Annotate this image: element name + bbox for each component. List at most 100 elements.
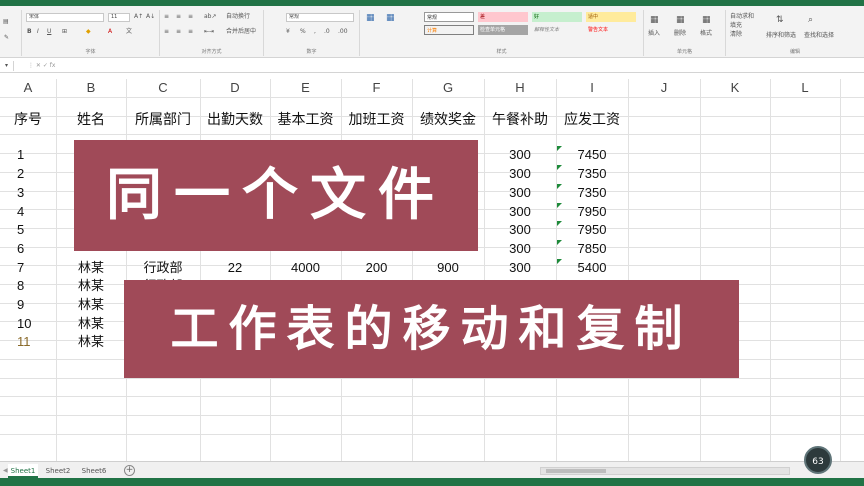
align-center-icon[interactable]: ≡ xyxy=(176,28,181,36)
style-bad[interactable]: 差 xyxy=(478,12,528,22)
lunch-cell[interactable]: 300 xyxy=(484,259,556,277)
grow-font-icon[interactable]: A↑ xyxy=(134,13,143,21)
seq-cell[interactable]: 7 xyxy=(0,259,56,277)
seq-cell[interactable]: 9 xyxy=(0,296,56,314)
currency-icon[interactable]: ¥ xyxy=(286,28,290,36)
style-neutral[interactable]: 适中 xyxy=(586,12,636,22)
seq-cell[interactable]: 11 xyxy=(0,333,56,351)
table-header-cell[interactable]: 基本工资 xyxy=(270,110,341,128)
table-header-cell[interactable]: 出勤天数 xyxy=(200,110,270,128)
seq-cell[interactable]: 5 xyxy=(0,221,56,239)
sheet-tab-3[interactable]: Sheet6 xyxy=(78,464,110,478)
merge-center-label[interactable]: 合并后居中 xyxy=(226,28,256,36)
format-painter-icon[interactable]: ✎ xyxy=(4,34,9,42)
italic-icon[interactable]: I xyxy=(37,28,39,36)
pay-cell[interactable]: 7950 xyxy=(556,203,628,221)
bold-icon[interactable]: B xyxy=(27,28,32,36)
name-box[interactable]: ▾ xyxy=(0,61,14,71)
phonetic-icon[interactable]: 文 xyxy=(126,28,132,36)
pay-cell[interactable]: 7350 xyxy=(556,165,628,183)
table-header-cell[interactable]: 应发工资 xyxy=(556,110,628,128)
seq-cell[interactable]: 4 xyxy=(0,203,56,221)
align-middle-icon[interactable]: ≡ xyxy=(176,13,181,21)
percent-icon[interactable]: % xyxy=(300,28,306,36)
overtime-cell[interactable]: 200 xyxy=(341,259,412,277)
pay-cell[interactable]: 7850 xyxy=(556,240,628,258)
style-check-cell[interactable]: 检查单元格 xyxy=(478,25,528,35)
paste-icon[interactable]: ▤ xyxy=(3,18,9,26)
find-select-label[interactable]: 查找和选择 xyxy=(804,32,834,40)
decrease-decimal-icon[interactable]: .00 xyxy=(338,28,348,36)
border-icon[interactable]: ⊞ xyxy=(62,28,67,36)
pay-cell[interactable]: 7450 xyxy=(556,146,628,164)
lunch-cell[interactable]: 300 xyxy=(484,184,556,202)
comma-icon[interactable]: , xyxy=(314,28,316,36)
underline-icon[interactable]: U xyxy=(47,28,51,36)
lunch-cell[interactable]: 300 xyxy=(484,146,556,164)
lunch-cell[interactable]: 300 xyxy=(484,221,556,239)
pay-cell[interactable]: 5400 xyxy=(556,259,628,277)
style-explanatory[interactable]: 解释性文本 xyxy=(532,25,582,35)
format-cells-icon[interactable]: ▦ xyxy=(702,16,711,25)
pay-cell[interactable]: 7350 xyxy=(556,184,628,202)
lunch-cell[interactable]: 300 xyxy=(484,165,556,183)
base-pay-cell[interactable]: 4000 xyxy=(270,259,341,277)
add-sheet-button[interactable]: + xyxy=(124,465,135,476)
insert-icon[interactable]: ▦ xyxy=(650,16,659,25)
table-header-cell[interactable]: 所属部门 xyxy=(126,110,200,128)
seq-cell[interactable]: 8 xyxy=(0,277,56,295)
dept-cell[interactable]: 行政部 xyxy=(126,259,200,277)
pay-cell[interactable]: 7950 xyxy=(556,221,628,239)
seq-cell[interactable]: 1 xyxy=(0,146,56,164)
font-color-icon[interactable]: A xyxy=(108,28,112,36)
table-header-cell[interactable]: 加班工资 xyxy=(341,110,412,128)
format-as-table-icon[interactable]: ▦ xyxy=(386,14,395,23)
delete-label[interactable]: 删除 xyxy=(674,30,686,38)
sheet-tab-1[interactable]: Sheet1 xyxy=(8,464,38,478)
sort-filter-icon[interactable]: ⇅ xyxy=(776,16,784,25)
style-normal[interactable]: 常规 xyxy=(424,12,474,22)
shrink-font-icon[interactable]: A↓ xyxy=(146,13,155,21)
formula-icons[interactable]: ⋮ ✕ ✓ fx xyxy=(28,60,55,72)
table-header-cell[interactable]: 序号 xyxy=(0,110,56,128)
style-warning[interactable]: 警告文本 xyxy=(586,25,636,35)
align-bottom-icon[interactable]: ≡ xyxy=(188,13,193,21)
name-cell[interactable]: 林某 xyxy=(56,315,126,333)
seq-cell[interactable]: 6 xyxy=(0,240,56,258)
style-good[interactable]: 好 xyxy=(532,12,582,22)
insert-label[interactable]: 插入 xyxy=(648,30,660,38)
align-left-icon[interactable]: ≡ xyxy=(164,28,169,36)
sort-filter-label[interactable]: 排序和筛选 xyxy=(766,32,796,40)
format-label[interactable]: 格式 xyxy=(700,30,712,38)
table-header-cell[interactable]: 午餐补助 xyxy=(484,110,556,128)
bonus-cell[interactable]: 900 xyxy=(412,259,484,277)
name-cell[interactable]: 林某 xyxy=(56,333,126,351)
name-cell[interactable]: 林某 xyxy=(56,259,126,277)
days-cell[interactable]: 22 xyxy=(200,259,270,277)
table-header-cell[interactable]: 姓名 xyxy=(56,110,126,128)
seq-cell[interactable]: 10 xyxy=(0,315,56,333)
style-calculation[interactable]: 计算 xyxy=(424,25,474,35)
conditional-format-icon[interactable]: ▦ xyxy=(366,14,375,23)
align-right-icon[interactable]: ≡ xyxy=(188,28,193,36)
number-format-select[interactable]: 常规 xyxy=(286,13,354,22)
name-cell[interactable]: 林某 xyxy=(56,277,126,295)
delete-icon[interactable]: ▦ xyxy=(676,16,685,25)
orientation-icon[interactable]: ab↗ xyxy=(204,13,217,21)
seq-cell[interactable]: 3 xyxy=(0,184,56,202)
find-select-icon[interactable]: ⌕ xyxy=(808,16,813,25)
table-header-cell[interactable]: 绩效奖金 xyxy=(412,110,484,128)
font-name-select[interactable]: 宋体 xyxy=(26,13,104,22)
lunch-cell[interactable]: 300 xyxy=(484,203,556,221)
font-size-select[interactable]: 11 xyxy=(108,13,130,22)
name-cell[interactable]: 林某 xyxy=(56,296,126,314)
wrap-text-label[interactable]: 自动换行 xyxy=(226,13,250,21)
seq-cell[interactable]: 2 xyxy=(0,165,56,183)
autosum-label[interactable]: 自动求和 xyxy=(730,13,754,21)
align-top-icon[interactable]: ≡ xyxy=(164,13,169,21)
fill-color-icon[interactable]: ◆ xyxy=(86,28,91,36)
lunch-cell[interactable]: 300 xyxy=(484,240,556,258)
sheet-tab-2[interactable]: Sheet2 xyxy=(42,464,74,478)
fill-label[interactable]: 填充 xyxy=(730,22,742,30)
clear-label[interactable]: 清除 xyxy=(730,31,742,39)
